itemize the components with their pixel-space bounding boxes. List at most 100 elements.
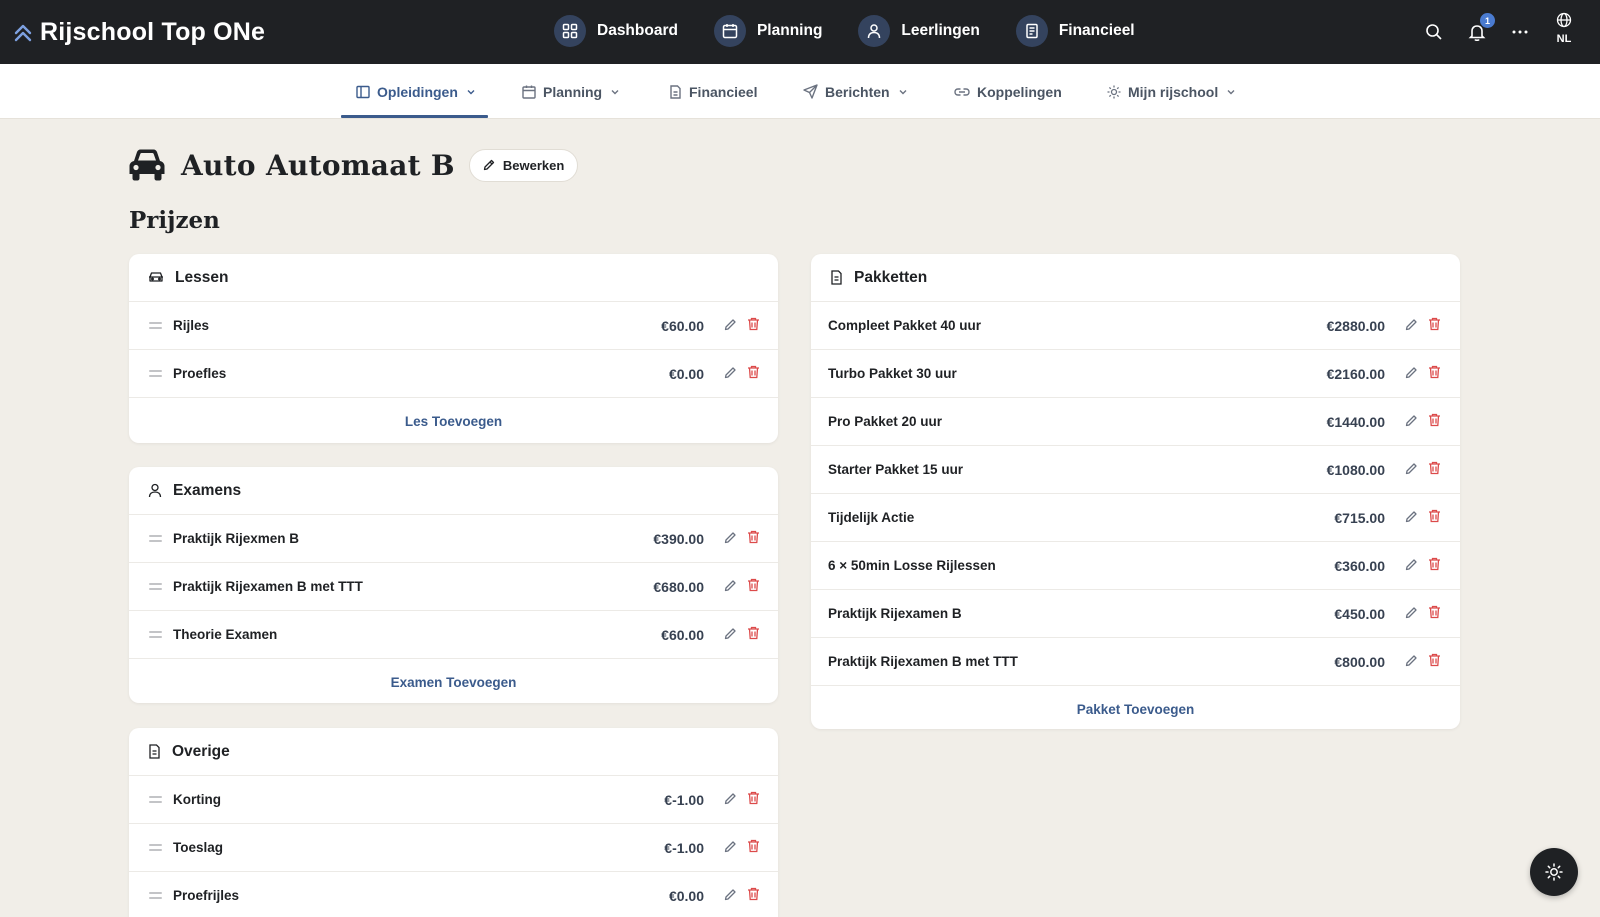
sun-icon — [1545, 863, 1563, 881]
dashboard-grid-icon — [554, 15, 586, 47]
card-title: Overige — [172, 742, 230, 760]
edit-pencil-icon[interactable] — [1405, 318, 1418, 331]
item-name: Rijles — [173, 318, 210, 333]
list-item: Turbo Pakket 30 uur €2160.00 — [811, 350, 1460, 398]
subnav-mijn-rijschool-label: Mijn rijschool — [1128, 83, 1219, 100]
page-title: Auto Automaat B — [181, 148, 455, 182]
edit-pencil-icon[interactable] — [1405, 606, 1418, 619]
theme-toggle-button[interactable] — [1530, 848, 1578, 896]
card-header: Examens — [129, 467, 778, 515]
delete-trash-icon[interactable] — [1428, 413, 1441, 427]
nav-planning[interactable]: Planning — [713, 15, 823, 47]
nav-dashboard[interactable]: Dashboard — [554, 15, 678, 47]
delete-trash-icon[interactable] — [747, 839, 760, 853]
delete-trash-icon[interactable] — [1428, 557, 1441, 571]
item-price: €0.00 — [668, 887, 704, 904]
edit-button[interactable]: Bewerken — [468, 148, 579, 182]
item-price: €2160.00 — [1326, 365, 1385, 382]
drag-handle-icon[interactable] — [149, 370, 162, 377]
drag-handle-icon[interactable] — [149, 583, 162, 590]
edit-pencil-icon[interactable] — [724, 792, 737, 805]
delete-trash-icon[interactable] — [1428, 605, 1441, 619]
card-header: Pakketten — [811, 254, 1460, 302]
list-item: Praktijk Rijexamen B met TTT €680.00 — [129, 563, 778, 611]
edit-pencil-icon[interactable] — [1405, 366, 1418, 379]
edit-pencil-icon[interactable] — [724, 627, 737, 640]
delete-trash-icon[interactable] — [747, 578, 760, 592]
delete-trash-icon[interactable] — [1428, 317, 1441, 331]
nav-financieel[interactable]: Financieel — [1015, 15, 1135, 47]
item-name: Praktijk Rijexamen B — [828, 606, 962, 621]
add-examen-button[interactable]: Examen Toevoegen — [129, 659, 778, 703]
edit-pencil-icon[interactable] — [724, 840, 737, 853]
columns-icon — [356, 85, 370, 99]
pakketten-card: Pakketten Compleet Pakket 40 uur €2880.0… — [811, 254, 1460, 729]
edit-pencil-icon[interactable] — [724, 579, 737, 592]
subnav-planning[interactable]: Planning — [522, 64, 621, 119]
section-title-prijzen: Prijzen — [129, 207, 220, 234]
item-name: Korting — [173, 792, 221, 807]
edit-pencil-icon[interactable] — [1405, 414, 1418, 427]
edit-pencil-icon[interactable] — [724, 366, 737, 379]
edit-pencil-icon[interactable] — [724, 531, 737, 544]
edit-pencil-icon[interactable] — [724, 888, 737, 901]
page-header: Auto Automaat B Bewerken — [127, 148, 579, 182]
calendar-icon — [522, 85, 536, 99]
nav-financieel-label: Financieel — [1058, 22, 1135, 39]
subnav-financieel[interactable]: Financieel — [669, 64, 757, 119]
more-options-button[interactable] — [1511, 0, 1529, 64]
drag-handle-icon[interactable] — [149, 892, 162, 899]
edit-pencil-icon[interactable] — [1405, 510, 1418, 523]
nav-planning-label: Planning — [756, 22, 823, 39]
item-name: Starter Pakket 15 uur — [828, 462, 964, 477]
language-switcher[interactable]: NL — [1550, 12, 1578, 45]
subnav-mijn-rijschool[interactable]: Mijn rijschool — [1107, 64, 1237, 119]
drag-handle-icon[interactable] — [149, 844, 162, 851]
chevron-down-icon — [465, 86, 477, 98]
delete-trash-icon[interactable] — [1428, 653, 1441, 667]
drag-handle-icon[interactable] — [149, 796, 162, 803]
edit-pencil-icon[interactable] — [1405, 462, 1418, 475]
delete-trash-icon[interactable] — [747, 626, 760, 640]
subnav-berichten[interactable]: Berichten — [803, 64, 909, 119]
drag-handle-icon[interactable] — [149, 631, 162, 638]
item-name: Turbo Pakket 30 uur — [828, 366, 957, 381]
delete-trash-icon[interactable] — [747, 317, 760, 331]
item-price: €1440.00 — [1326, 413, 1385, 430]
edit-pencil-icon[interactable] — [1405, 558, 1418, 571]
item-name: Toeslag — [173, 840, 224, 855]
delete-trash-icon[interactable] — [747, 791, 760, 805]
card-title: Pakketten — [854, 268, 928, 286]
delete-trash-icon[interactable] — [747, 365, 760, 379]
edit-pencil-icon[interactable] — [1405, 654, 1418, 667]
drag-handle-icon[interactable] — [149, 322, 162, 329]
brand[interactable]: Rijschool Top ONe — [14, 18, 265, 47]
edit-pencil-icon[interactable] — [724, 318, 737, 331]
nav-leerlingen[interactable]: Leerlingen — [858, 15, 980, 47]
delete-trash-icon[interactable] — [747, 530, 760, 544]
delete-trash-icon[interactable] — [747, 887, 760, 901]
top-bar: Rijschool Top ONe Dashboard Planning Lee… — [0, 0, 1600, 64]
item-price: €450.00 — [1334, 605, 1385, 622]
list-item: Praktijk Rijexamen B met TTT €800.00 — [811, 638, 1460, 686]
add-pakket-button[interactable]: Pakket Toevoegen — [811, 686, 1460, 729]
subnav-opleidingen[interactable]: Opleidingen — [356, 64, 477, 119]
drag-handle-icon[interactable] — [149, 535, 162, 542]
search-button[interactable] — [1425, 0, 1443, 64]
delete-trash-icon[interactable] — [1428, 509, 1441, 523]
list-item: Praktijk Rijexmen B €390.00 — [129, 515, 778, 563]
list-item: Starter Pakket 15 uur €1080.00 — [811, 446, 1460, 494]
more-dots-icon — [1511, 29, 1529, 35]
subnav-financieel-label: Financieel — [689, 83, 758, 100]
subnav-koppelingen[interactable]: Koppelingen — [954, 64, 1062, 119]
delete-trash-icon[interactable] — [1428, 365, 1441, 379]
pencil-icon — [483, 159, 495, 171]
link-icon — [954, 86, 970, 98]
delete-trash-icon[interactable] — [1428, 461, 1441, 475]
add-les-button[interactable]: Les Toevoegen — [129, 398, 778, 443]
item-name: Theorie Examen — [173, 627, 278, 642]
notifications-button[interactable] — [1468, 0, 1486, 64]
chevron-down-icon — [897, 86, 909, 98]
document-icon — [148, 744, 161, 759]
card-title: Examens — [173, 481, 242, 499]
